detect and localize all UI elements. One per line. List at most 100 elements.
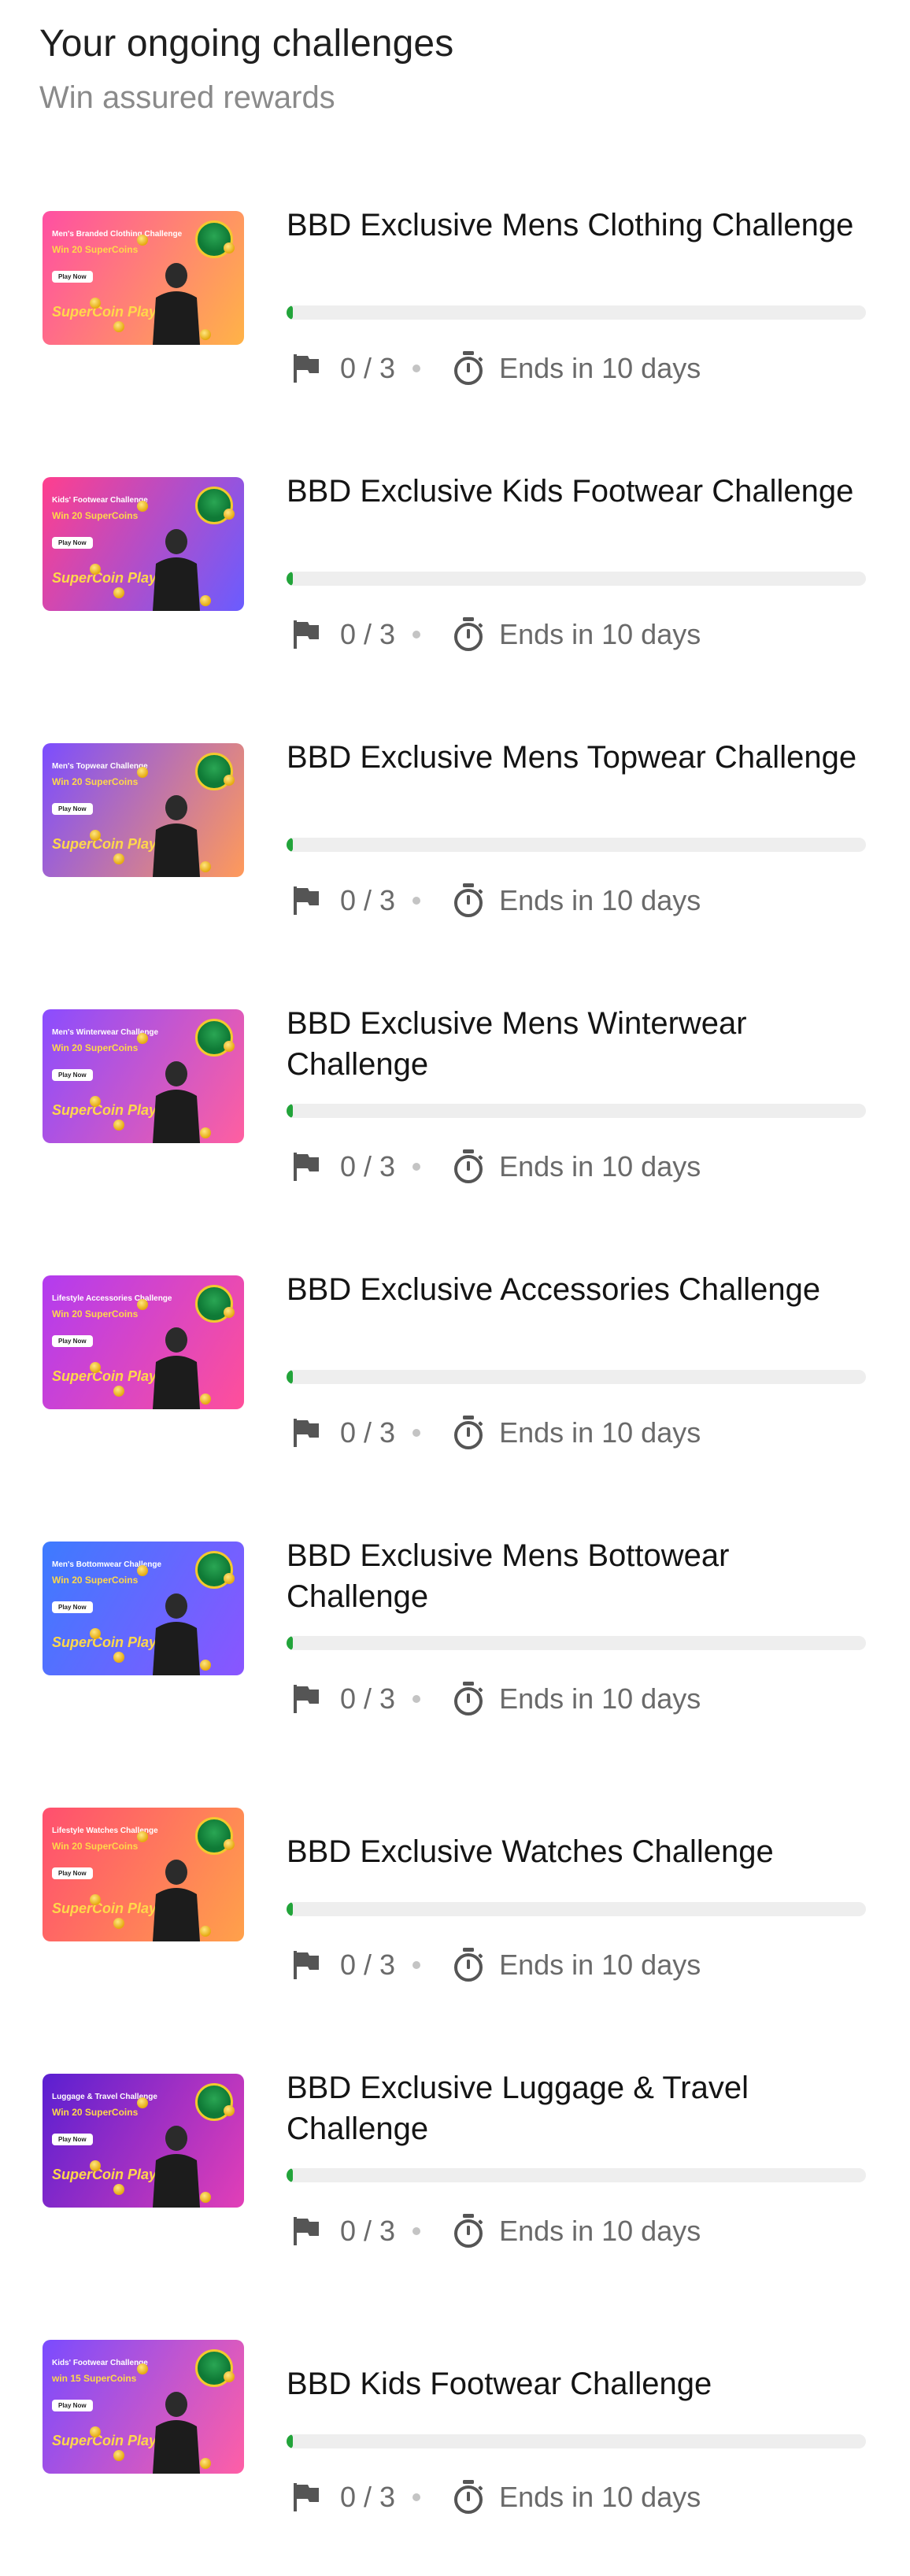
coin-icon xyxy=(90,298,101,309)
challenge-item[interactable]: Kids' Footwear Challenge Win 20 SuperCoi… xyxy=(0,447,910,713)
thumbnail-brand: SuperCoin Play xyxy=(52,2433,157,2448)
separator-dot xyxy=(412,897,421,905)
thumbnail-brand: SuperCoin Play xyxy=(52,1102,157,1118)
product-illustration-icon xyxy=(153,529,200,611)
coin-icon xyxy=(224,2105,235,2116)
coin-icon xyxy=(113,321,124,332)
product-illustration-icon xyxy=(153,1327,200,1409)
thumbnail-brand: SuperCoin Play xyxy=(52,570,157,586)
progress-count: 0 / 3 xyxy=(340,884,396,916)
deadline-text: Ends in 10 days xyxy=(499,618,701,650)
challenge-item[interactable]: Men's Branded Clothing Challenge Win 20 … xyxy=(0,181,910,447)
challenge-thumbnail[interactable]: Lifestyle Watches Challenge Win 20 Super… xyxy=(43,1808,244,1941)
separator-dot xyxy=(412,2227,421,2235)
challenge-meta: 0 / 3 Ends in 10 days xyxy=(287,345,701,392)
thumbnail-heading: Lifestyle Accessories Challenge xyxy=(52,1294,172,1303)
thumbnail-brand: SuperCoin Play xyxy=(52,1634,157,1650)
deadline-text: Ends in 10 days xyxy=(499,2215,701,2247)
coin-icon xyxy=(113,853,124,864)
challenge-list: Men's Branded Clothing Challenge Win 20 … xyxy=(0,181,910,2576)
challenge-thumbnail[interactable]: Men's Winterwear Challenge Win 20 SuperC… xyxy=(43,1009,244,1143)
thumbnail-reward: Win 20 SuperCoins xyxy=(52,510,139,521)
separator-dot xyxy=(412,1695,421,1703)
progress-count: 0 / 3 xyxy=(340,1416,396,1449)
challenge-progress-bar xyxy=(287,305,866,320)
coin-icon xyxy=(200,595,211,606)
challenge-progress-bar xyxy=(287,2434,866,2448)
stopwatch-icon xyxy=(449,615,488,654)
product-illustration-icon xyxy=(153,2126,200,2208)
coin-icon xyxy=(90,1628,101,1639)
challenge-item[interactable]: Men's Winterwear Challenge Win 20 SuperC… xyxy=(0,979,910,1245)
flag-icon xyxy=(287,2211,326,2251)
coin-icon xyxy=(200,329,211,340)
challenge-thumbnail[interactable]: Men's Bottomwear Challenge Win 20 SuperC… xyxy=(43,1542,244,1675)
coin-icon xyxy=(224,1573,235,1584)
stopwatch-icon xyxy=(449,1413,488,1453)
progress-fill xyxy=(287,2434,293,2448)
flag-icon xyxy=(287,2478,326,2517)
challenge-progress-bar xyxy=(287,1902,866,1916)
coin-icon xyxy=(90,1096,101,1107)
coin-icon xyxy=(113,2450,124,2461)
coin-icon xyxy=(113,587,124,598)
flag-icon xyxy=(287,1413,326,1453)
challenge-thumbnail[interactable]: Kids' Footwear Challenge Win 20 SuperCoi… xyxy=(43,477,244,611)
stopwatch-icon xyxy=(449,2211,488,2251)
challenge-item[interactable]: Kids' Footwear Challenge win 15 SuperCoi… xyxy=(0,2310,910,2576)
flag-icon xyxy=(287,1679,326,1719)
coin-icon xyxy=(113,2184,124,2195)
coin-icon xyxy=(200,1660,211,1671)
challenge-thumbnail[interactable]: Men's Branded Clothing Challenge Win 20 … xyxy=(43,211,244,345)
coin-icon xyxy=(224,242,235,254)
challenge-progress-bar xyxy=(287,572,866,586)
progress-count: 0 / 3 xyxy=(340,2215,396,2247)
challenge-progress-bar xyxy=(287,1104,866,1118)
product-illustration-icon xyxy=(153,1593,200,1675)
thumbnail-play-button: Play Now xyxy=(52,1601,93,1613)
thumbnail-heading: Kids' Footwear Challenge xyxy=(52,496,148,505)
progress-count: 0 / 3 xyxy=(340,1682,396,1715)
coin-icon xyxy=(137,2363,148,2374)
challenge-meta: 0 / 3 Ends in 10 days xyxy=(287,2474,701,2521)
flag-icon xyxy=(287,349,326,388)
challenge-thumbnail[interactable]: Lifestyle Accessories Challenge Win 20 S… xyxy=(43,1275,244,1409)
challenge-item[interactable]: Men's Topwear Challenge Win 20 SuperCoin… xyxy=(0,713,910,979)
challenge-title: BBD Exclusive Mens Bottowear Challenge xyxy=(287,1538,730,1614)
separator-dot xyxy=(412,1163,421,1171)
thumbnail-heading: Kids' Footwear Challenge xyxy=(52,2359,148,2367)
coin-icon xyxy=(137,1565,148,1576)
coin-icon xyxy=(200,2458,211,2469)
coin-icon xyxy=(90,2160,101,2171)
stopwatch-icon xyxy=(449,1945,488,1985)
challenge-thumbnail[interactable]: Luggage & Travel Challenge Win 20 SuperC… xyxy=(43,2074,244,2208)
coin-icon xyxy=(137,501,148,512)
thumbnail-reward: Win 20 SuperCoins xyxy=(52,776,139,787)
progress-fill xyxy=(287,572,293,586)
progress-fill xyxy=(287,2168,293,2182)
challenge-thumbnail[interactable]: Men's Topwear Challenge Win 20 SuperCoin… xyxy=(43,743,244,877)
challenge-thumbnail[interactable]: Kids' Footwear Challenge win 15 SuperCoi… xyxy=(43,2340,244,2474)
separator-dot xyxy=(412,2493,421,2501)
thumbnail-reward: Win 20 SuperCoins xyxy=(52,1841,139,1852)
coin-icon xyxy=(200,1393,211,1405)
challenge-meta: 0 / 3 Ends in 10 days xyxy=(287,1941,701,1989)
deadline-text: Ends in 10 days xyxy=(499,1949,701,1981)
challenge-item[interactable]: Lifestyle Watches Challenge Win 20 Super… xyxy=(0,1778,910,2044)
coin-icon xyxy=(200,861,211,872)
thumbnail-play-button: Play Now xyxy=(52,1335,93,1347)
challenge-title: BBD Kids Footwear Challenge xyxy=(287,2367,712,2401)
progress-fill xyxy=(287,1902,293,1916)
coin-icon xyxy=(90,564,101,575)
progress-fill xyxy=(287,1636,293,1650)
challenge-item[interactable]: Lifestyle Accessories Challenge Win 20 S… xyxy=(0,1245,910,1512)
thumbnail-brand: SuperCoin Play xyxy=(52,1901,157,1916)
product-illustration-icon xyxy=(153,795,200,877)
thumbnail-brand: SuperCoin Play xyxy=(52,304,157,320)
challenge-meta: 0 / 3 Ends in 10 days xyxy=(287,1675,701,1723)
challenge-meta: 0 / 3 Ends in 10 days xyxy=(287,611,701,658)
product-illustration-icon xyxy=(153,1061,200,1143)
challenge-item[interactable]: Luggage & Travel Challenge Win 20 SuperC… xyxy=(0,2044,910,2310)
thumbnail-reward: Win 20 SuperCoins xyxy=(52,2107,139,2118)
challenge-item[interactable]: Men's Bottomwear Challenge Win 20 SuperC… xyxy=(0,1512,910,1778)
